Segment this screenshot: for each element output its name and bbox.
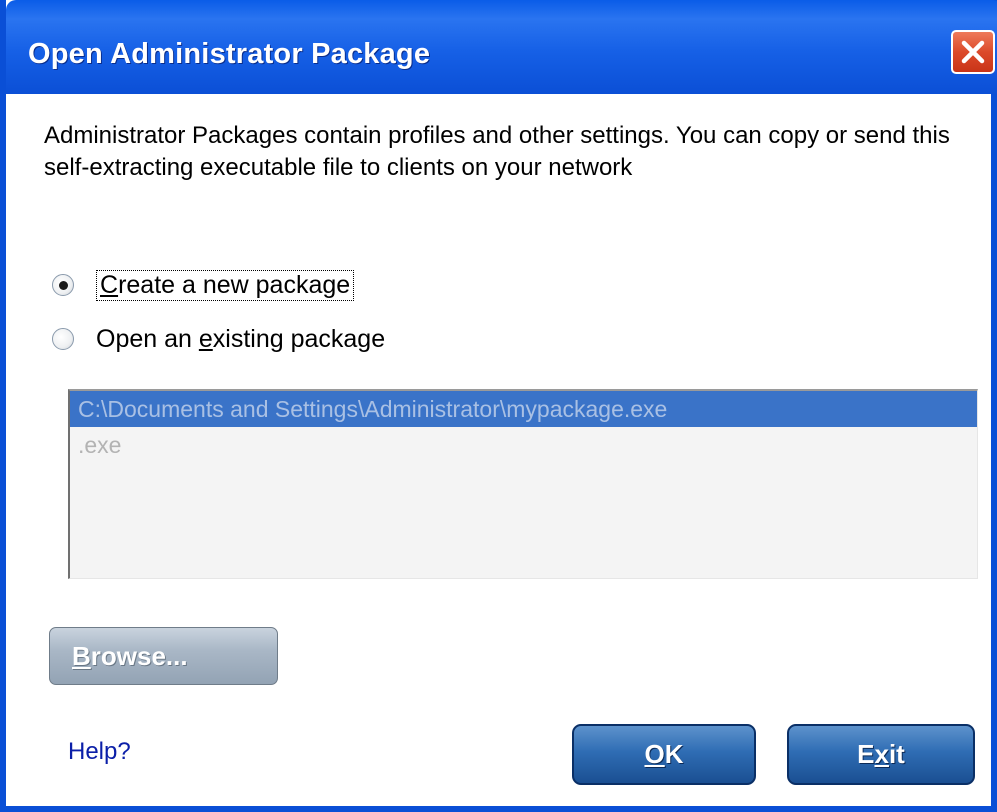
help-link[interactable]: Help? xyxy=(68,738,131,766)
radio-button-open[interactable] xyxy=(52,328,74,350)
exit-button[interactable]: Ex it xyxy=(787,724,975,785)
dialog-window: Open Administrator Package Administrator… xyxy=(0,0,997,812)
window-title: Open Administrator Package xyxy=(28,38,431,70)
browse-label-rest: rowse... xyxy=(90,640,188,671)
list-item-selected[interactable]: C:\Documents and Settings\Administrator\… xyxy=(70,391,977,427)
title-bar[interactable]: Open Administrator Package xyxy=(6,0,997,94)
close-x-icon xyxy=(960,39,986,65)
exit-label-prefix: E xyxy=(857,739,875,769)
radio-label-create[interactable]: Create a new package xyxy=(96,269,355,301)
label-open-prefix: Open an xyxy=(96,324,199,353)
close-button[interactable] xyxy=(951,30,995,74)
label-create-rest: reate a new package xyxy=(118,270,351,299)
radio-button-create[interactable] xyxy=(52,274,74,296)
description-text: Administrator Packages contain profiles … xyxy=(44,122,950,181)
mnemonic-o: O xyxy=(644,739,665,769)
radio-open-existing-package[interactable]: Open an existing package xyxy=(52,322,385,356)
mnemonic-c: C xyxy=(100,270,119,299)
mnemonic-x: x xyxy=(874,739,889,769)
package-file-list[interactable]: C:\Documents and Settings\Administrator\… xyxy=(68,389,978,579)
radio-selected-dot xyxy=(58,280,68,290)
mnemonic-b: B xyxy=(72,640,91,671)
exit-label-rest: it xyxy=(888,739,905,769)
mnemonic-e: e xyxy=(198,324,213,353)
radio-create-new-package[interactable]: Create a new package xyxy=(52,268,355,302)
radio-label-open[interactable]: Open an existing package xyxy=(96,325,385,354)
list-item[interactable]: .exe xyxy=(70,427,977,463)
ok-label-rest: K xyxy=(664,739,684,769)
browse-button[interactable]: Browse... xyxy=(49,627,278,685)
ok-button[interactable]: OK xyxy=(572,724,756,785)
label-open-rest: xisting package xyxy=(212,324,386,353)
